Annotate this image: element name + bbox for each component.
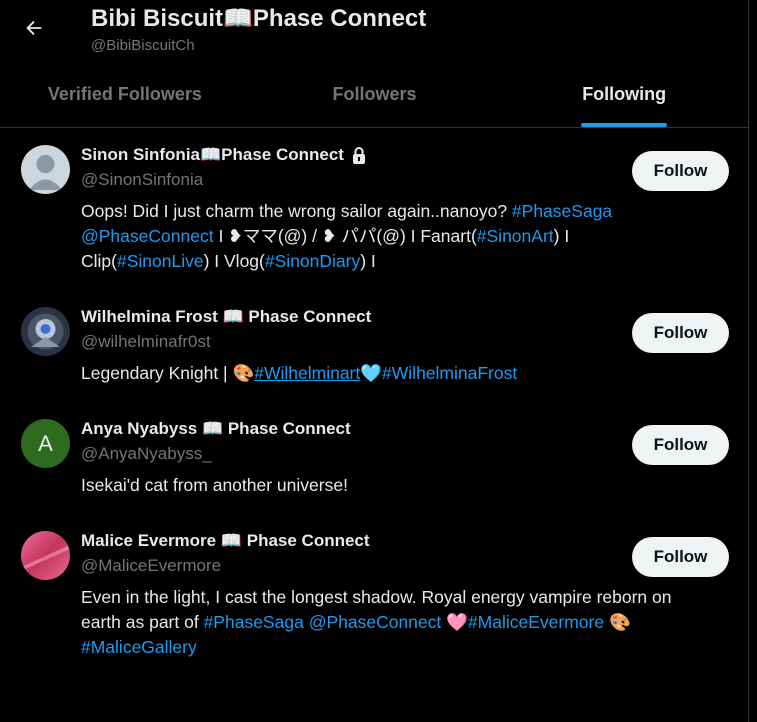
profile-header: Bibi Biscuit📖Phase Connect @BibiBiscuitC… (0, 0, 749, 58)
follow-button[interactable]: Follow (632, 537, 729, 577)
hashtag-link[interactable]: #Wilhelminart (254, 363, 360, 383)
tab-label: Followers (332, 84, 417, 104)
mention-link[interactable]: @PhaseConnect (81, 226, 214, 246)
bio-text: Clip( (81, 251, 117, 271)
page-handle: @BibiBiscuitCh (91, 37, 195, 54)
bio-text: ) I (360, 251, 376, 271)
heart-emoji: 🩵 (360, 363, 383, 383)
hashtag-link[interactable]: #MaliceGallery (81, 637, 197, 657)
user-cell[interactable]: Sinon Sinfonia📖Phase Connect @SinonSinfo… (0, 129, 749, 291)
bio-text: Isekai'd cat from another universe! (81, 475, 348, 495)
bio-text: Legendary Knight | 🎨 (81, 363, 255, 383)
hashtag-link[interactable]: #SinonLive (117, 251, 204, 271)
malice-avatar[interactable] (21, 531, 70, 580)
user-cell[interactable]: Wilhelmina Frost 📖 Phase Connect @wilhel… (0, 291, 749, 403)
main-column: Bibi Biscuit📖Phase Connect @BibiBiscuitC… (0, 0, 749, 722)
bio-text: I ❥ママ(@) / ❥ パパ(@) I Fanart( (213, 226, 477, 246)
bio-text: earth as part of (81, 612, 204, 632)
tab-following[interactable]: Following (499, 62, 749, 127)
user-name[interactable]: Sinon Sinfonia📖Phase Connect (81, 143, 344, 167)
bio-text: ) I Vlog( (203, 251, 265, 271)
hashtag-link[interactable]: #SinonArt (477, 226, 554, 246)
heart-emoji: 🩷 (446, 612, 468, 632)
user-name[interactable]: Wilhelmina Frost 📖 Phase Connect (81, 305, 371, 329)
palette-emoji: 🎨 (608, 612, 631, 632)
bio-text: Oops! Did I just charm the wrong sailor … (81, 201, 512, 221)
following-list: Sinon Sinfonia📖Phase Connect @SinonSinfo… (0, 129, 749, 675)
tab-bar: Verified Followers Followers Following (0, 62, 749, 128)
follow-button[interactable]: Follow (632, 151, 729, 191)
user-name[interactable]: Anya Nyabyss 📖 Phase Connect (81, 417, 351, 441)
tab-verified-followers[interactable]: Verified Followers (0, 62, 250, 127)
anya-avatar[interactable]: A (21, 419, 70, 468)
hashtag-link[interactable]: #SinonDiary (265, 251, 360, 271)
mention-link[interactable]: @PhaseConnect (309, 612, 442, 632)
tab-label: Following (582, 84, 667, 104)
follow-button[interactable]: Follow (632, 313, 729, 353)
hashtag-link[interactable]: #MaliceEvermore (468, 612, 604, 632)
follow-button[interactable]: Follow (632, 425, 729, 465)
bio-text: ) I (553, 226, 570, 246)
user-bio: Even in the light, I cast the longest sh… (81, 585, 733, 660)
tab-label: Verified Followers (47, 84, 202, 104)
default-avatar[interactable] (21, 145, 70, 194)
hashtag-link[interactable]: #PhaseSaga (512, 201, 612, 221)
page-title: Bibi Biscuit📖Phase Connect (91, 5, 427, 32)
user-bio: Oops! Did I just charm the wrong sailor … (81, 199, 733, 274)
user-name[interactable]: Malice Evermore 📖 Phase Connect (81, 529, 370, 553)
user-cell[interactable]: A Anya Nyabyss 📖 Phase Connect @AnyaNyab… (0, 403, 749, 515)
active-tab-indicator (581, 123, 668, 127)
user-cell[interactable]: Malice Evermore 📖 Phase Connect @MaliceE… (0, 515, 749, 675)
hashtag-link[interactable]: #PhaseSaga (204, 612, 304, 632)
hashtag-link[interactable]: #WilhelminaFrost (382, 363, 517, 383)
arrow-left-icon (26, 20, 42, 36)
user-bio: Isekai'd cat from another universe! (81, 473, 733, 498)
wilhelmina-avatar[interactable] (21, 307, 70, 356)
bio-text: Even in the light, I cast the longest sh… (81, 587, 672, 607)
avatar-letter: A (38, 430, 53, 456)
back-button[interactable] (14, 8, 54, 48)
user-bio: Legendary Knight | 🎨#Wilhelminart🩵#Wilhe… (81, 361, 733, 386)
tab-followers[interactable]: Followers (250, 62, 500, 127)
lock-icon (352, 147, 365, 164)
